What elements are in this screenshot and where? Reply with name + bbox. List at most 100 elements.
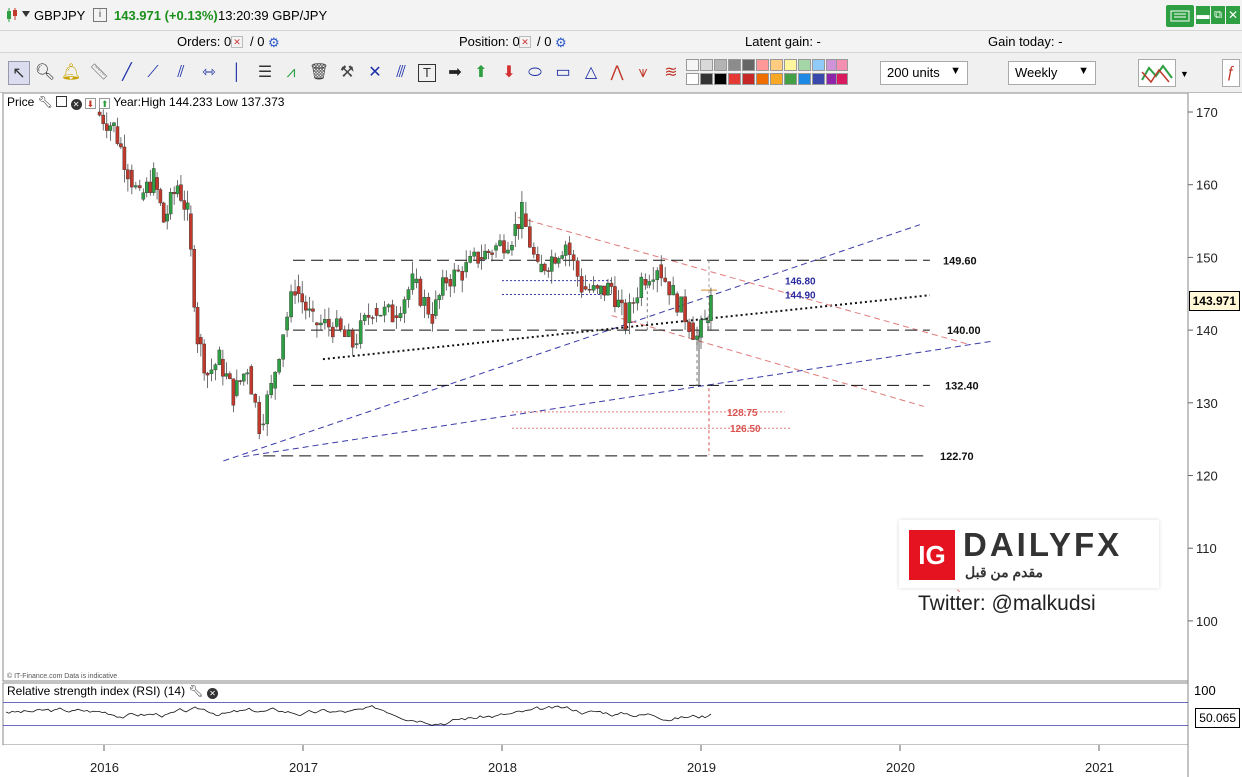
rectangle-icon[interactable]: ▭: [552, 61, 574, 85]
cross-line-icon[interactable]: ✕: [364, 61, 386, 85]
candle-body: [542, 263, 547, 271]
color-swatch[interactable]: [728, 59, 741, 71]
minimize-icon[interactable]: ▬: [1196, 6, 1210, 24]
color-swatch[interactable]: [836, 59, 848, 71]
candle-body: [155, 177, 159, 190]
color-swatch[interactable]: [836, 73, 848, 85]
pattern-icon[interactable]: ⋀: [606, 61, 628, 85]
zoom-icon[interactable]: 🔍︎: [34, 61, 56, 85]
ruler-icon[interactable]: 📏︎: [88, 61, 110, 85]
close-panel-icon[interactable]: ✕: [207, 688, 218, 699]
candle-body: [307, 308, 312, 311]
color-swatch[interactable]: [784, 59, 797, 71]
symbol-dropdown-icon[interactable]: [22, 11, 30, 17]
color-swatch[interactable]: [700, 59, 713, 71]
candle-body: [195, 307, 200, 345]
x-tick-label: 2018: [488, 760, 517, 775]
info-icon[interactable]: i: [93, 8, 107, 22]
vertical-line-icon[interactable]: │: [226, 61, 248, 85]
brand-name: DAILYFX: [963, 526, 1123, 563]
candle-body: [217, 349, 222, 365]
horizontal-line-icon[interactable]: ⇿: [198, 61, 220, 85]
account-info-bar: Orders: 0 ✕ / 0 ⚙ Position: 0 ✕ / 0 ⚙ La…: [0, 31, 1242, 53]
trendline-icon[interactable]: ╱: [116, 61, 138, 85]
position-settings-icon[interactable]: ⚙: [555, 35, 567, 51]
chart-type-icon[interactable]: [1138, 59, 1176, 87]
candle-body: [269, 383, 273, 396]
candle-body: [464, 262, 468, 273]
x-axis-strip: [3, 745, 1242, 777]
color-swatch[interactable]: [714, 59, 727, 71]
color-swatch[interactable]: [756, 73, 769, 85]
candle-body: [631, 302, 636, 304]
triangle-icon[interactable]: △: [580, 61, 602, 85]
close-icon[interactable]: ✕: [1226, 6, 1240, 24]
candle-body: [289, 291, 293, 318]
color-swatch[interactable]: [742, 59, 755, 71]
color-swatch[interactable]: [798, 59, 811, 71]
cancel-positions-icon[interactable]: ✕: [519, 36, 531, 48]
y-tick-label: 150: [1196, 250, 1218, 265]
tools-icon[interactable]: ⚒: [336, 61, 358, 85]
wrench-icon[interactable]: 🔧︎: [188, 684, 203, 698]
fibonacci-icon[interactable]: ☰: [254, 61, 276, 85]
wave-icon[interactable]: ⩛: [632, 61, 654, 85]
candle-body: [502, 240, 506, 254]
trade-icon[interactable]: ƒ: [1222, 59, 1240, 87]
color-swatch[interactable]: [714, 73, 727, 85]
color-swatch[interactable]: [700, 73, 713, 85]
color-swatch[interactable]: [686, 59, 699, 71]
color-swatch[interactable]: [686, 73, 699, 85]
channel-line-icon[interactable]: ⫽: [170, 61, 192, 85]
orders-settings-icon[interactable]: ⚙: [268, 35, 280, 51]
candle-body: [671, 284, 675, 296]
candle-body: [460, 270, 465, 281]
color-swatch[interactable]: [728, 73, 741, 85]
color-swatch[interactable]: [742, 73, 755, 85]
candle-icon: [6, 8, 18, 22]
trash-icon[interactable]: 🗑︎: [308, 61, 330, 85]
candle-body: [437, 295, 442, 300]
color-swatch[interactable]: [770, 73, 783, 85]
parallel-line-icon[interactable]: ⫻: [390, 61, 412, 85]
alert-bell-icon[interactable]: 🔔︎: [60, 61, 82, 85]
color-swatch[interactable]: [798, 73, 811, 85]
chevron-down-icon[interactable]: ▼: [1180, 69, 1189, 79]
color-swatch[interactable]: [812, 59, 825, 71]
candle-body: [192, 249, 197, 308]
window-icon[interactable]: [56, 96, 68, 107]
candle-body: [185, 202, 190, 210]
color-swatch[interactable]: [756, 59, 769, 71]
keyboard-icon[interactable]: [1166, 5, 1194, 27]
move-up-icon[interactable]: ⬆: [99, 98, 111, 109]
wrench-icon[interactable]: 🔧︎: [38, 95, 53, 109]
text-tool-icon[interactable]: T: [418, 64, 436, 82]
move-down-icon[interactable]: ⬇: [84, 98, 96, 109]
color-swatch[interactable]: [770, 59, 783, 71]
cancel-orders-icon[interactable]: ✕: [231, 36, 243, 48]
chevron-down-icon: ▼: [950, 65, 961, 77]
ray-line-icon[interactable]: ⟋: [142, 61, 164, 85]
rsi-panel-label: Relative strength index (RSI) (14): [7, 684, 186, 698]
color-swatch[interactable]: [784, 73, 797, 85]
candle-body: [679, 296, 683, 313]
x-tick-label: 2020: [886, 760, 915, 775]
symbol-label[interactable]: GBPJPY: [34, 8, 85, 23]
candle-body: [386, 304, 391, 308]
candle-body: [476, 251, 480, 264]
arrow-right-icon[interactable]: ➡: [444, 61, 466, 85]
candle-body: [440, 277, 445, 296]
period-select[interactable]: Weekly ▼: [1008, 61, 1096, 85]
candle-body: [115, 126, 120, 144]
units-select[interactable]: 200 units ▼: [880, 61, 968, 85]
gann-fan-icon[interactable]: ≋: [660, 61, 682, 85]
arrow-up-icon[interactable]: ⬆: [470, 61, 492, 85]
close-panel-icon[interactable]: ✕: [70, 99, 82, 110]
arrow-down-icon[interactable]: ⬇: [498, 61, 520, 85]
maximize-icon[interactable]: ⧉: [1211, 6, 1225, 24]
candle-body: [663, 277, 667, 282]
indicator-icon[interactable]: ⩘: [280, 61, 302, 85]
pointer-tool-icon[interactable]: ↖: [8, 61, 30, 85]
ellipse-icon[interactable]: ⬭: [524, 61, 546, 85]
color-swatch[interactable]: [812, 73, 825, 85]
